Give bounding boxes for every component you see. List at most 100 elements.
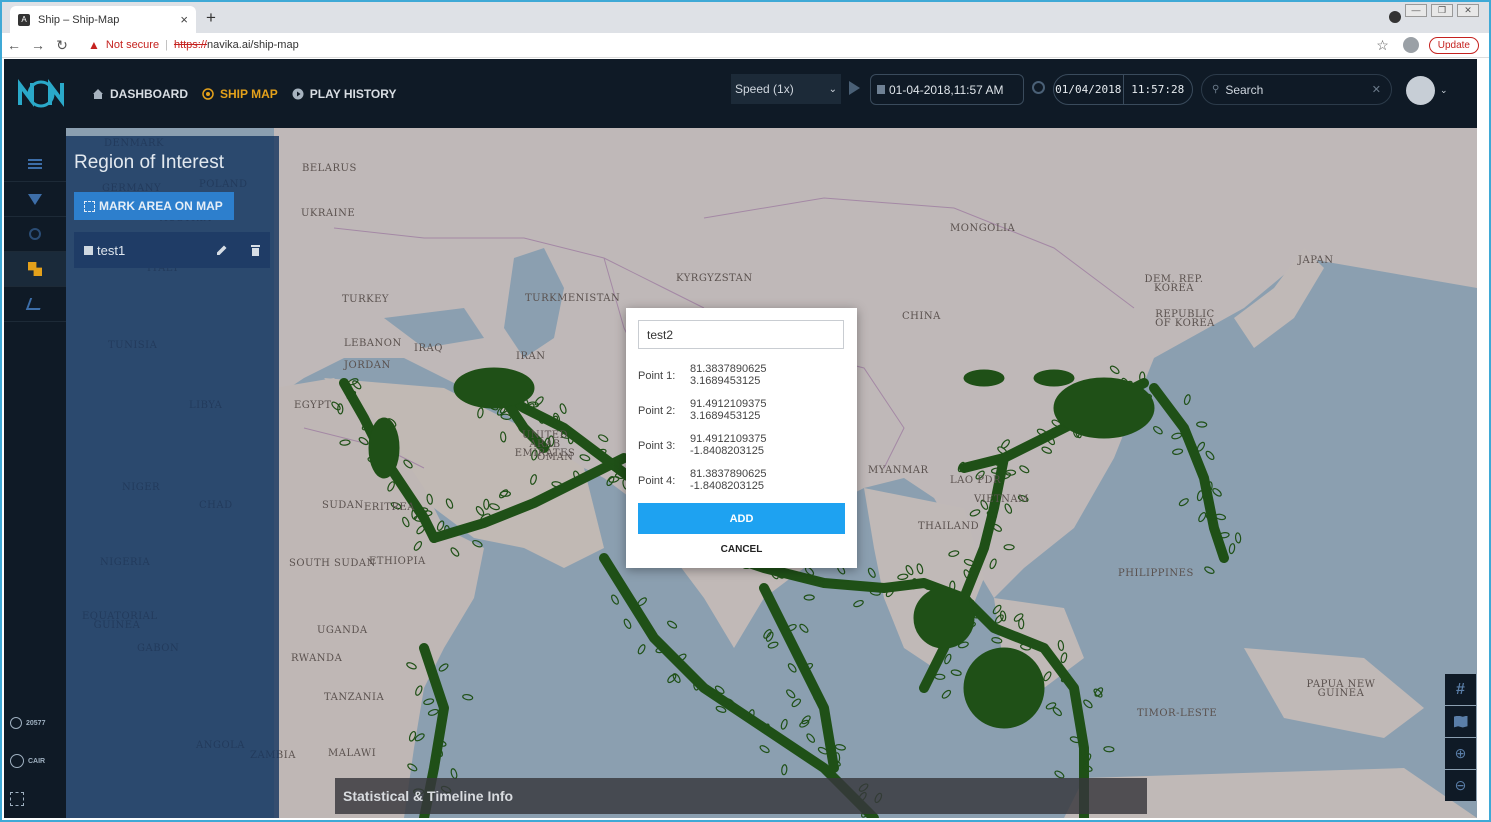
fullscreen-icon bbox=[10, 792, 24, 806]
clear-search-icon[interactable]: ✕ bbox=[1372, 83, 1381, 96]
zoom-out-icon: ⊖ bbox=[1454, 777, 1467, 793]
zoom-in-button[interactable]: ⊕ bbox=[1445, 738, 1476, 769]
security-status[interactable]: Not secure bbox=[106, 39, 159, 51]
cancel-button[interactable]: CANCEL bbox=[638, 539, 845, 559]
address-separator: | bbox=[165, 39, 168, 51]
app-header: DASHBOARD SHIP MAP PLAY HISTORY Speed (1… bbox=[4, 59, 1477, 128]
region-name-input[interactable] bbox=[638, 320, 844, 349]
route-icon bbox=[25, 298, 45, 310]
chevron-down-icon: ⌄ bbox=[828, 83, 837, 95]
nav-ship-map-label: SHIP MAP bbox=[220, 86, 278, 101]
edit-icon[interactable] bbox=[216, 244, 228, 256]
url-protocol: https:// bbox=[173, 39, 207, 51]
close-tab-icon[interactable]: × bbox=[180, 12, 188, 27]
menu-toggle[interactable] bbox=[4, 147, 66, 182]
filter-icon bbox=[28, 193, 42, 205]
brand-badge: CAIR bbox=[4, 742, 66, 780]
url-path: navika.ai/ship-map bbox=[206, 39, 299, 51]
rail-footer: 20577 CAIR bbox=[4, 704, 66, 818]
search-icon: ⚲ bbox=[1212, 84, 1220, 95]
point-coordinates: 91.4912109375 -1.8408203125 bbox=[690, 433, 766, 457]
layers-icon bbox=[29, 228, 41, 240]
browser-menu-icon[interactable] bbox=[1389, 11, 1401, 23]
update-button[interactable]: Update bbox=[1428, 36, 1479, 54]
region-checkbox[interactable] bbox=[84, 245, 93, 255]
user-menu-chevron-icon[interactable]: ⌄ bbox=[1440, 85, 1448, 96]
address-bar: ← → ↻ ▲ Not secure | https://navika.ai/s… bbox=[2, 33, 1489, 58]
region-list-item[interactable]: test1 bbox=[74, 232, 270, 268]
tab-title: Ship – Ship-Map bbox=[38, 13, 120, 26]
target-icon bbox=[202, 87, 214, 100]
point-label: Point 2: bbox=[638, 405, 676, 417]
point-lon: 81.3837890625 bbox=[690, 468, 767, 480]
live-clock: 01/04/2018 11:57:28 bbox=[1053, 74, 1193, 105]
zoom-out-button[interactable]: ⊖ bbox=[1445, 770, 1476, 801]
point-lat: -1.8408203125 bbox=[690, 480, 765, 492]
mark-area-label: MARK AREA ON MAP bbox=[99, 199, 223, 213]
fullscreen-button[interactable] bbox=[4, 780, 66, 818]
map-icon bbox=[1453, 715, 1468, 728]
point-lon: 81.3837890625 bbox=[690, 363, 767, 375]
nav-play-history-label: PLAY HISTORY bbox=[309, 86, 397, 101]
nav-dashboard[interactable]: DASHBOARD bbox=[92, 87, 188, 101]
search-input[interactable]: ⚲ Search ✕ bbox=[1201, 74, 1392, 105]
map-layers-button[interactable] bbox=[1445, 706, 1476, 737]
hamburger-icon bbox=[28, 159, 42, 169]
datetime-value: 01-04-2018,11:57 AM bbox=[889, 82, 1004, 97]
speed-select[interactable]: Speed (1x) ⌄ bbox=[731, 74, 841, 104]
point-coordinates: 81.3837890625 3.1689453125 bbox=[690, 363, 766, 387]
home-icon bbox=[93, 88, 103, 99]
datetime-picker[interactable]: 01-04-2018,11:57 AM bbox=[870, 74, 1024, 105]
point-label: Point 3: bbox=[638, 440, 676, 452]
browser-profile-icon[interactable] bbox=[1402, 37, 1419, 53]
new-tab-icon[interactable]: + bbox=[206, 8, 216, 28]
back-icon[interactable]: ← bbox=[2, 37, 26, 53]
forward-icon[interactable]: → bbox=[26, 37, 50, 53]
browser-tab-bar: A Ship – Ship-Map × + — ❐ ✕ bbox=[2, 2, 1489, 33]
play-icon[interactable] bbox=[849, 81, 860, 95]
route-tool[interactable] bbox=[4, 287, 66, 322]
calendar-icon bbox=[877, 85, 885, 94]
vessel-count-icon bbox=[10, 717, 22, 729]
window-controls: — ❐ ✕ bbox=[1405, 4, 1479, 17]
sidebar-rail: 20577 CAIR bbox=[4, 128, 66, 818]
point-label: Point 4: bbox=[638, 475, 676, 487]
url-field[interactable]: https://navika.ai/ship-map bbox=[174, 39, 299, 51]
restore-icon[interactable]: ❐ bbox=[1431, 4, 1453, 17]
browser-window: A Ship – Ship-Map × + — ❐ ✕ ← → ↻ ▲ Not … bbox=[0, 0, 1491, 822]
point-lat: -1.8408203125 bbox=[690, 445, 765, 457]
add-button[interactable]: ADD bbox=[638, 503, 845, 534]
nav-play-history[interactable]: PLAY HISTORY bbox=[292, 87, 397, 101]
reload-icon[interactable]: ↻ bbox=[50, 37, 74, 54]
region-of-interest-tool[interactable] bbox=[4, 252, 66, 287]
point-lon: 91.4912109375 bbox=[690, 398, 767, 410]
bookmark-star-icon[interactable]: ☆ bbox=[1376, 37, 1389, 54]
play-circle-icon bbox=[292, 88, 304, 99]
point-lat: 3.1689453125 bbox=[690, 375, 761, 387]
nav-ship-map[interactable]: SHIP MAP bbox=[202, 87, 278, 101]
minimize-icon[interactable]: — bbox=[1405, 4, 1427, 17]
close-window-icon[interactable]: ✕ bbox=[1457, 4, 1479, 17]
warning-icon[interactable]: ▲ bbox=[88, 38, 100, 52]
browser-tab[interactable]: A Ship – Ship-Map × bbox=[10, 6, 196, 33]
delete-icon[interactable] bbox=[250, 244, 261, 256]
layers-tool[interactable] bbox=[4, 217, 66, 252]
grid-toggle-button[interactable]: # bbox=[1445, 674, 1476, 705]
user-avatar[interactable] bbox=[1406, 76, 1435, 105]
zoom-in-icon: ⊕ bbox=[1454, 745, 1467, 761]
navika-logo-icon[interactable] bbox=[16, 77, 66, 111]
statistical-timeline-bar[interactable]: Statistical & Timeline Info bbox=[335, 778, 1147, 814]
filter-tool[interactable] bbox=[4, 182, 66, 217]
history-icon[interactable] bbox=[1032, 81, 1045, 94]
region-icon bbox=[28, 262, 42, 276]
mark-area-button[interactable]: MARK AREA ON MAP bbox=[74, 192, 234, 220]
vessel-count-value: 20577 bbox=[26, 719, 46, 727]
nav-dashboard-label: DASHBOARD bbox=[110, 86, 188, 101]
grid-icon: # bbox=[1456, 680, 1465, 698]
brand-name: CAIR bbox=[28, 757, 46, 765]
panel-title: Region of Interest bbox=[74, 152, 224, 173]
clock-date: 01/04/2018 bbox=[1055, 83, 1122, 96]
point-label: Point 1: bbox=[638, 370, 676, 382]
point-coordinates: 91.4912109375 3.1689453125 bbox=[690, 398, 766, 422]
region-name: test1 bbox=[97, 242, 126, 258]
